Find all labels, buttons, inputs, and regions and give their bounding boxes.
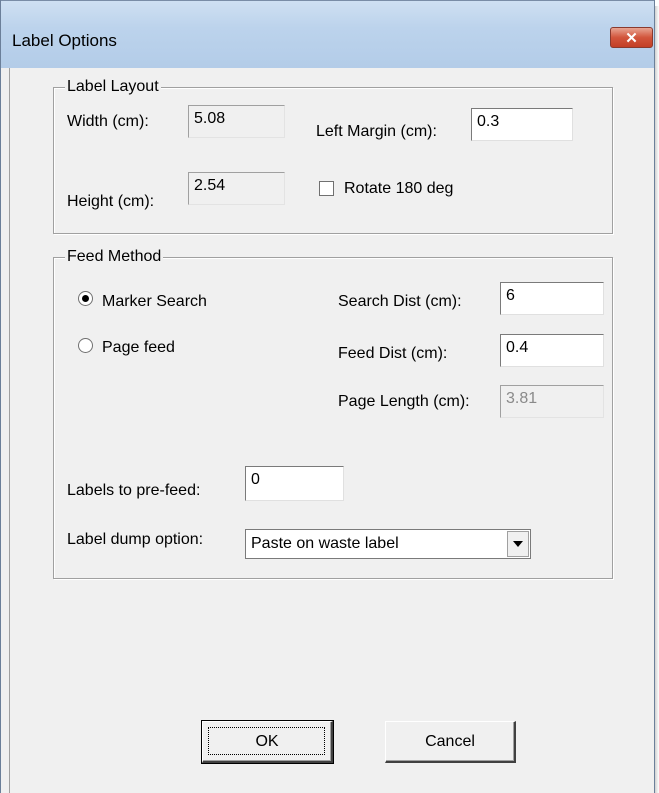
search-dist-label: Search Dist (cm): — [338, 293, 462, 310]
close-icon: ✕ — [625, 29, 638, 47]
marker-search-radio[interactable] — [78, 291, 93, 306]
window-title: Label Options — [12, 31, 117, 50]
prefeed-field[interactable]: 0 — [245, 466, 344, 501]
cancel-button-label: Cancel — [425, 732, 475, 750]
rotate-label: Rotate 180 deg — [344, 180, 454, 197]
focus-rectangle — [208, 727, 325, 755]
cancel-button[interactable]: Cancel — [385, 721, 516, 763]
dump-option-value: Paste on waste label — [251, 535, 399, 552]
page-feed-radio[interactable] — [78, 338, 93, 353]
page-length-field: 3.81 — [500, 385, 604, 418]
title-bar[interactable]: Label Options ✕ — [1, 0, 654, 68]
close-button[interactable]: ✕ — [610, 27, 653, 48]
dump-option-label: Label dump option: — [67, 531, 204, 548]
window-shadow — [655, 6, 659, 793]
height-field: 2.54 — [188, 172, 285, 205]
page-length-label: Page Length (cm): — [338, 393, 470, 410]
rotate-checkbox[interactable] — [319, 181, 334, 196]
ok-button[interactable]: OK — [201, 720, 334, 764]
label-layout-title: Label Layout — [65, 77, 161, 97]
dump-option-select[interactable]: Paste on waste label — [245, 529, 531, 559]
dropdown-button[interactable] — [507, 531, 529, 557]
marker-search-label: Marker Search — [102, 293, 207, 310]
dialog-window: Label Options ✕ Label Layout Width (cm):… — [0, 0, 655, 793]
width-field: 5.08 — [188, 105, 285, 138]
left-margin-label: Left Margin (cm): — [316, 123, 437, 140]
dialog-client-area: Label Layout Width (cm): 5.08 Left Margi… — [9, 68, 648, 793]
feed-dist-field[interactable]: 0.4 — [500, 334, 604, 367]
radio-selected-dot — [82, 295, 89, 302]
height-label: Height (cm): — [67, 193, 155, 210]
left-margin-field[interactable]: 0.3 — [471, 108, 573, 141]
page-feed-label: Page feed — [102, 339, 175, 356]
feed-method-title: Feed Method — [65, 247, 164, 267]
feed-dist-label: Feed Dist (cm): — [338, 345, 448, 362]
chevron-down-icon — [513, 541, 523, 547]
prefeed-label: Labels to pre-feed: — [67, 482, 201, 499]
width-label: Width (cm): — [67, 113, 149, 130]
search-dist-field[interactable]: 6 — [500, 282, 604, 315]
